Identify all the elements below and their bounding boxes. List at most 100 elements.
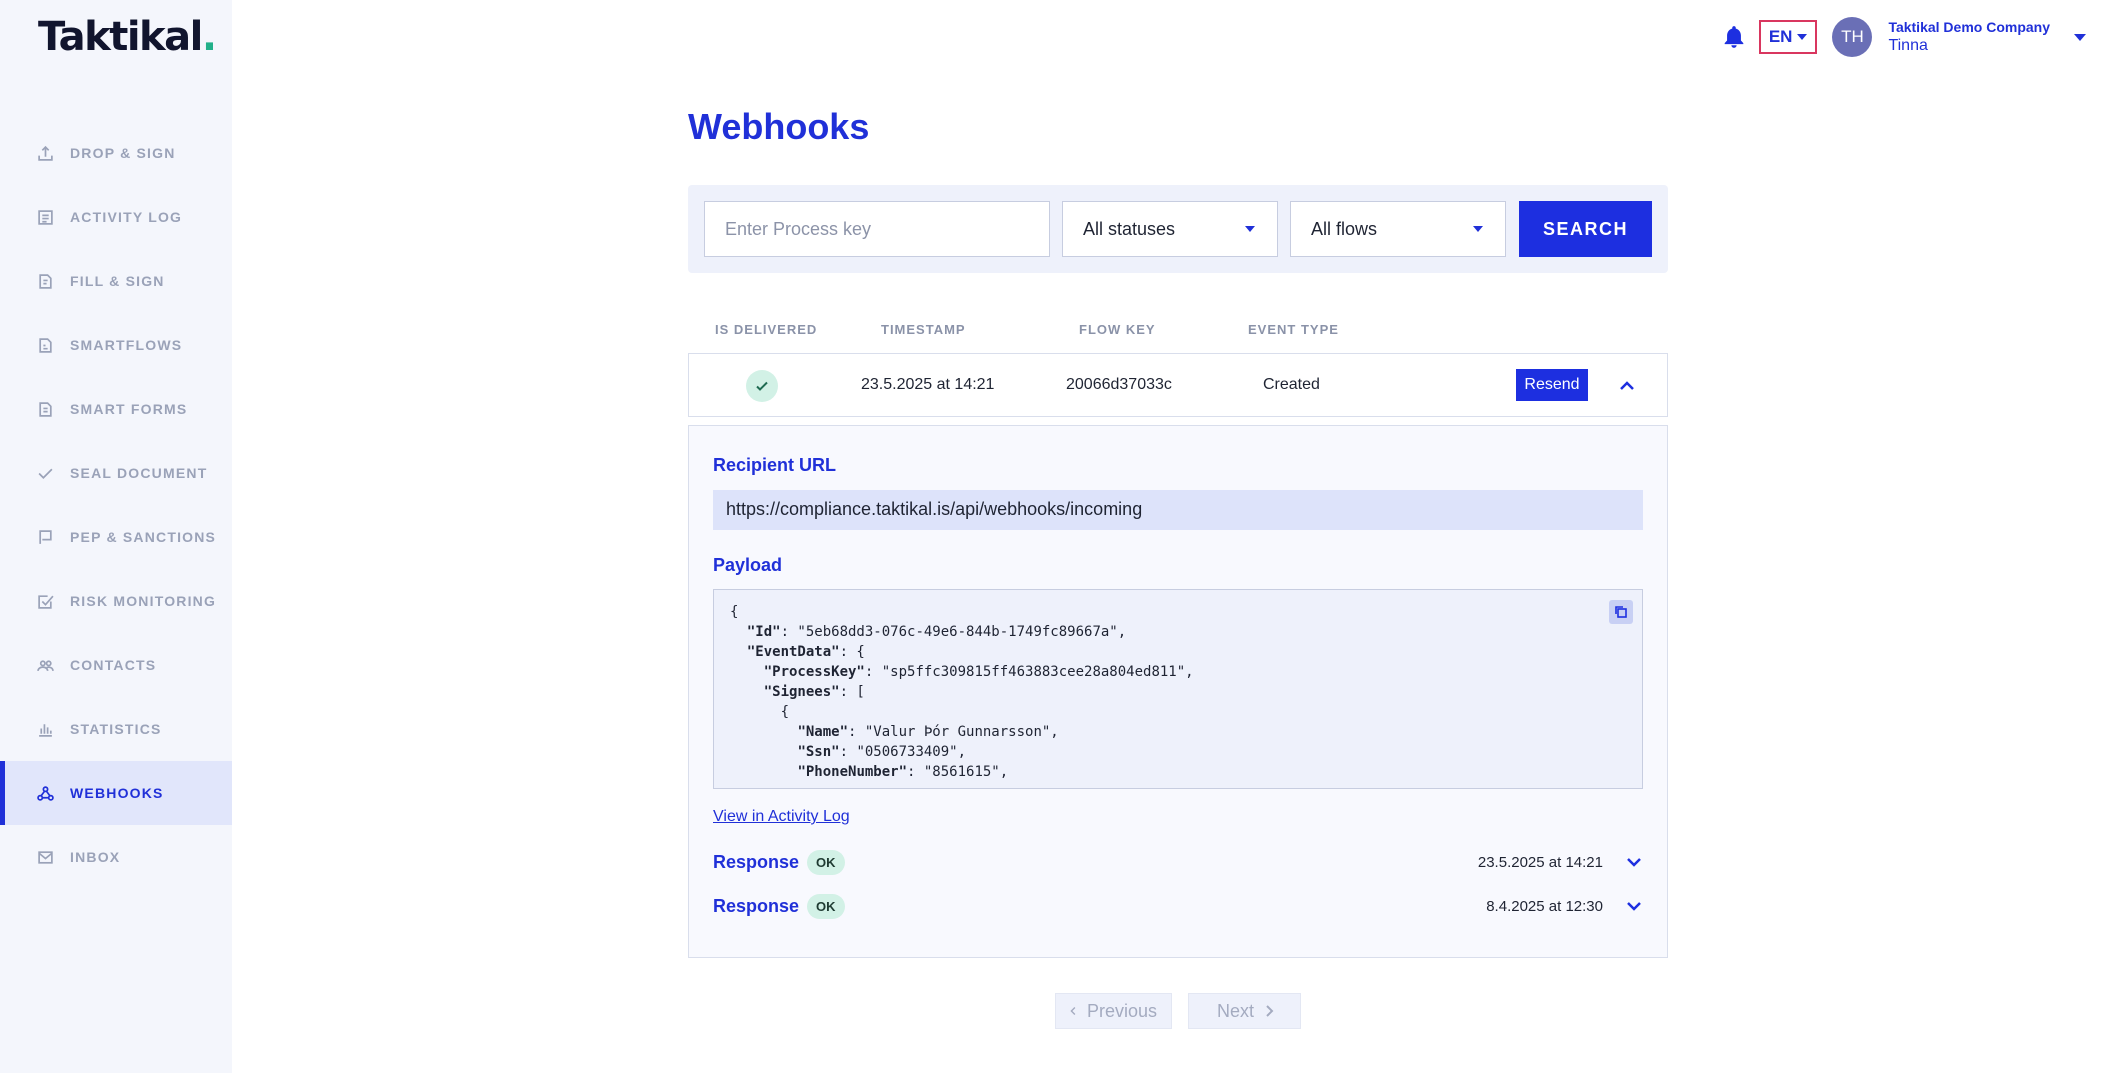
- response-row[interactable]: Response OK 8.4.2025 at 12:30: [713, 891, 1643, 921]
- people-icon: [37, 659, 54, 671]
- table-header: IS DELIVERED TIMESTAMP FLOW KEY EVENT TY…: [688, 322, 1668, 338]
- upload-icon: [38, 145, 53, 161]
- mail-icon: [38, 850, 53, 864]
- caret-down-icon: [1797, 34, 1808, 40]
- document-icon: [39, 273, 52, 289]
- search-button[interactable]: SEARCH: [1519, 201, 1652, 257]
- sidebar-item-label: SMARTFLOWS: [70, 337, 183, 353]
- view-in-activity-log-link[interactable]: View in Activity Log: [713, 808, 850, 826]
- sidebar-item-seal-document[interactable]: SEAL DOCUMENT: [0, 441, 232, 505]
- chevron-down-icon[interactable]: [2074, 33, 2086, 41]
- check-icon: [38, 468, 53, 479]
- sidebar-item-activity-log[interactable]: ACTIVITY LOG: [0, 185, 232, 249]
- bell-icon[interactable]: [1721, 24, 1747, 50]
- payload-line: "Name": "Valur Þór Gunnarsson",: [797, 724, 1059, 740]
- copy-icon[interactable]: [1609, 600, 1633, 624]
- payload-line: {: [730, 604, 739, 620]
- column-header-flow-key: FLOW KEY: [1079, 322, 1156, 337]
- response-label: Response: [713, 851, 800, 872]
- row-flow-key: 20066d37033c: [1066, 376, 1172, 393]
- language-label: EN: [1768, 27, 1793, 46]
- column-header-timestamp: TIMESTAMP: [881, 322, 966, 337]
- table-row[interactable]: 23.5.2025 at 14:21 20066d37033c Created …: [688, 353, 1668, 417]
- chevron-up-icon[interactable]: [1617, 376, 1637, 396]
- column-header-is-delivered: IS DELIVERED: [715, 322, 818, 337]
- company-name: Taktikal Demo Company: [1888, 19, 2050, 35]
- sidebar-item-pep-sanctions[interactable]: PEP & SANCTIONS: [0, 505, 232, 569]
- recipient-url-label: Recipient URL: [713, 455, 837, 475]
- previous-label: Previous: [1086, 1000, 1157, 1021]
- user-name: Tinna: [1888, 37, 1928, 54]
- sidebar-item-fill-sign[interactable]: FILL & SIGN: [0, 249, 232, 313]
- resend-button[interactable]: Resend: [1516, 369, 1588, 401]
- payload-label: Payload: [713, 555, 783, 575]
- column-header-event-type: EVENT TYPE: [1248, 322, 1339, 337]
- response-row[interactable]: Response OK 23.5.2025 at 14:21: [713, 847, 1643, 877]
- sidebar-nav: DROP & SIGN ACTIVITY LOG FILL & SIGN SMA…: [0, 121, 232, 889]
- pagination: Previous Next: [1055, 993, 1301, 1029]
- user-menu[interactable]: Taktikal Demo Company Tinna: [1888, 19, 2050, 55]
- payload-line: "Signees": [: [763, 684, 865, 700]
- next-label: Next: [1217, 1000, 1255, 1021]
- checkbox-icon: [38, 594, 54, 609]
- payload-line: "Ssn": "0506733409",: [797, 744, 967, 760]
- payload-line: "Id": "5eb68dd3-076c-49e6-844b-1749fc896…: [746, 624, 1127, 640]
- sidebar-item-webhooks[interactable]: WEBHOOKS: [0, 761, 232, 825]
- caret-down-icon: [1245, 226, 1255, 232]
- flow-select-value: All flows: [1311, 218, 1378, 239]
- list-icon: [38, 209, 53, 225]
- sidebar: Taktikal. DROP & SIGN ACTIVITY LOG FILL …: [0, 0, 232, 1073]
- webhook-detail-panel: Recipient URL https://compliance.taktika…: [688, 425, 1668, 958]
- recipient-url-value[interactable]: https://compliance.taktikal.is/api/webho…: [713, 490, 1643, 530]
- sidebar-item-risk-monitoring[interactable]: RISK MONITORING: [0, 569, 232, 633]
- language-selector[interactable]: EN: [1758, 20, 1818, 54]
- status-badge: OK: [807, 849, 845, 875]
- payload-line: "ProcessKey": "sp5ffc309815ff463883cee28…: [763, 664, 1194, 680]
- caret-down-icon: [1473, 226, 1483, 232]
- avatar[interactable]: TH: [1832, 17, 1873, 57]
- page-title: Webhooks: [688, 106, 870, 147]
- chevron-down-icon[interactable]: [1625, 897, 1643, 915]
- webhook-icon: [37, 785, 54, 801]
- sidebar-item-smart-forms[interactable]: SMART FORMS: [0, 377, 232, 441]
- response-time: 8.4.2025 at 12:30: [1486, 897, 1603, 915]
- form-document-icon: [39, 401, 52, 417]
- status-select-value: All statuses: [1083, 218, 1176, 239]
- sidebar-item-statistics[interactable]: STATISTICS: [0, 697, 232, 761]
- flow-document-icon: [39, 337, 52, 353]
- sidebar-item-label: FILL & SIGN: [70, 273, 165, 289]
- sidebar-item-smartflows[interactable]: SMARTFLOWS: [0, 313, 232, 377]
- payload-line: "PhoneNumber": "8561615",: [797, 764, 1009, 780]
- sidebar-item-label: WEBHOOKS: [70, 785, 164, 801]
- sidebar-item-label: RISK MONITORING: [70, 593, 217, 609]
- chevron-left-icon: [1070, 1007, 1076, 1015]
- response-time: 23.5.2025 at 14:21: [1477, 853, 1603, 871]
- sidebar-item-inbox[interactable]: INBOX: [0, 825, 232, 889]
- payload-line: "EventData": {: [746, 644, 865, 660]
- delivered-check-icon: [746, 370, 778, 402]
- payload-line: {: [780, 704, 790, 720]
- response-label: Response: [713, 895, 800, 916]
- taktikal-logo[interactable]: Taktikal.: [38, 14, 217, 60]
- sidebar-item-label: DROP & SIGN: [70, 145, 176, 161]
- filter-bar: All statuses All flows SEARCH: [688, 185, 1668, 273]
- row-timestamp: 23.5.2025 at 14:21: [861, 376, 995, 393]
- status-select[interactable]: All statuses: [1062, 201, 1278, 257]
- sidebar-item-contacts[interactable]: CONTACTS: [0, 633, 232, 697]
- next-page-button[interactable]: Next: [1188, 993, 1301, 1029]
- bar-chart-icon: [39, 723, 52, 737]
- process-key-input[interactable]: [704, 201, 1050, 257]
- chevron-right-icon: [1266, 1005, 1274, 1017]
- sidebar-item-drop-sign[interactable]: DROP & SIGN: [0, 121, 232, 185]
- sidebar-item-label: SMART FORMS: [70, 401, 188, 417]
- top-bar: EN TH Taktikal Demo Company Tinna: [1721, 16, 2086, 58]
- sidebar-item-label: SEAL DOCUMENT: [70, 465, 208, 481]
- sidebar-item-label: PEP & SANCTIONS: [70, 529, 217, 545]
- flag-icon: [39, 529, 52, 544]
- chevron-down-icon[interactable]: [1625, 853, 1643, 871]
- previous-page-button[interactable]: Previous: [1055, 993, 1172, 1029]
- sidebar-item-label: STATISTICS: [70, 721, 162, 737]
- flow-select[interactable]: All flows: [1290, 201, 1506, 257]
- payload-code-block[interactable]: { "Id": "5eb68dd3-076c-49e6-844b-1749fc8…: [713, 589, 1643, 789]
- sidebar-item-label: INBOX: [70, 849, 121, 865]
